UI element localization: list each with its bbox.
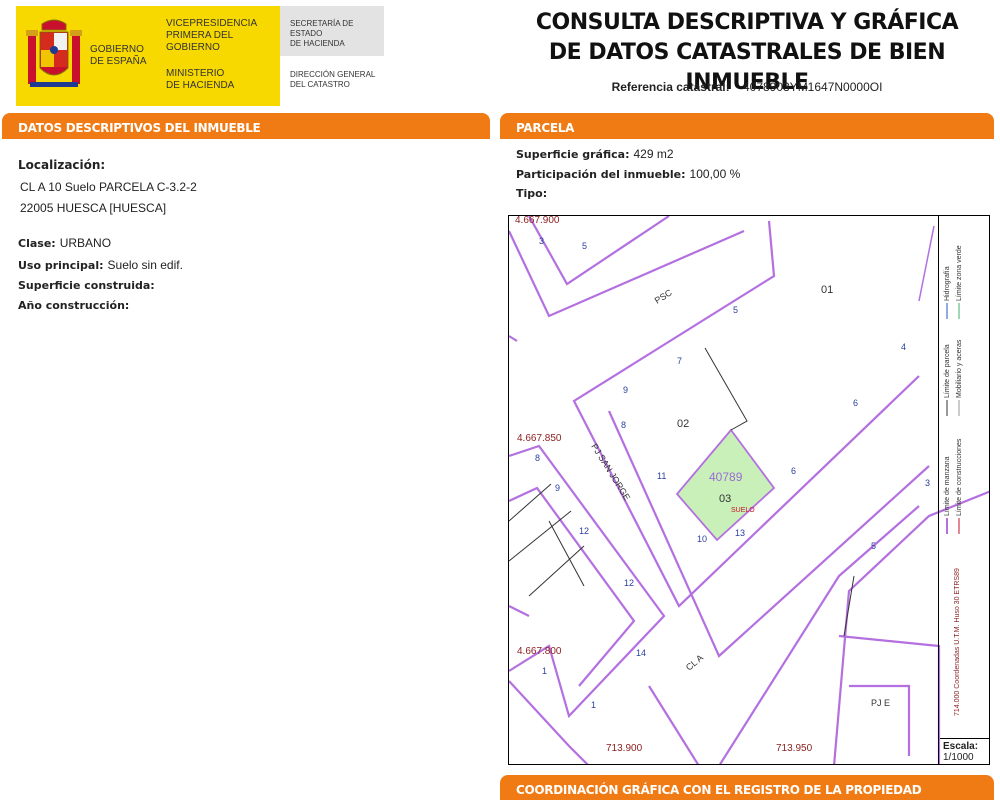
selected-parcel[interactable] — [675, 428, 776, 542]
legend-construction-limit: Límite de construcciones — [956, 438, 963, 516]
house-number: 10 — [697, 534, 707, 544]
street-label: PSC — [653, 287, 674, 306]
section-header-coordination: COORDINACIÓN GRÁFICA CON EL REGISTRO DE … — [500, 775, 994, 800]
cadastral-reference: Referencia catastral: 4078903YM1647N0000… — [520, 80, 974, 94]
main-use-row: Uso principal: Suelo sin edif. — [18, 258, 183, 272]
house-number: 6 — [791, 466, 796, 476]
legend-block-limit: Límite de manzana — [944, 456, 951, 516]
cadastral-map[interactable]: 4.667.900 4.667.850 4.667.800 713.900 71… — [508, 215, 990, 765]
legend-coordinates: 714.000 Coordenadas U.T.M. Huso 30 ETRS8… — [954, 568, 961, 716]
address-line-2: 22005 HUESCA [HUESCA] — [20, 201, 167, 215]
parcel-number: 03 — [719, 493, 731, 505]
legend-street-furniture: Mobiliario y aceras — [956, 339, 963, 398]
secretariat-name: SECRETARÍA DE ESTADO DE HACIENDA — [280, 6, 384, 56]
house-number: 8 — [535, 453, 540, 463]
section-header-parcela: PARCELA — [500, 113, 994, 139]
class-row: Clase: URBANO — [18, 236, 111, 250]
coordinate-label: 4.667.900 — [515, 216, 560, 226]
house-number: 8 — [621, 420, 626, 430]
coordinate-label: 4.667.800 — [517, 646, 562, 657]
green-zone-boundary — [918, 225, 935, 302]
section-header-descriptive: DATOS DESCRIPTIVOS DEL INMUEBLE — [2, 113, 490, 139]
cadastral-reference-value: 4078903YM1647N0000OI — [742, 80, 883, 94]
house-number: 11 — [657, 471, 666, 481]
graphic-area-label: Superficie gráfica: — [516, 148, 630, 161]
scale-label: Escala: — [943, 741, 979, 752]
street-label: PJ E — [871, 698, 890, 708]
house-number: 9 — [555, 483, 560, 493]
house-number: 4 — [901, 342, 906, 352]
built-area-row: Superficie construida: — [18, 279, 155, 292]
scale-value: 1/1000 — [943, 752, 974, 763]
type-row: Tipo: — [516, 187, 547, 200]
graphic-area-row: Superficie gráfica: 429 m2 — [516, 147, 674, 161]
house-number: 7 — [677, 356, 682, 366]
house-number: 1 — [591, 700, 596, 710]
parcel-use-label: SUELO — [731, 507, 755, 514]
house-number: 12 — [624, 578, 634, 588]
construction-year-row: Año construcción: — [18, 299, 129, 312]
house-number: 12 — [579, 526, 589, 536]
legend-parcel-limit: Límite de parcela — [944, 344, 951, 398]
parcel-block-id: 40789 — [709, 470, 743, 484]
map-scale: Escala: 1/1000 — [940, 738, 990, 764]
participation-value: 100,00 % — [689, 167, 741, 181]
directorate-name: DIRECCIÓN GENERAL DEL CATASTRO — [290, 70, 376, 89]
class-value: URBANO — [59, 236, 112, 250]
government-name: GOBIERNO DE ESPAÑA — [90, 44, 147, 67]
participation-label: Participación del inmueble: — [516, 168, 686, 181]
house-number: 9 — [623, 385, 628, 395]
built-area-label: Superficie construida: — [18, 279, 155, 292]
coordinate-label: 4.667.850 — [517, 433, 562, 444]
address-line-1: CL A 10 Suelo PARCELA C-3.2-2 — [20, 180, 197, 194]
house-number: 1 — [542, 666, 547, 676]
main-use-value: Suelo sin edif. — [107, 258, 183, 272]
house-number: 3 — [539, 236, 544, 246]
participation-row: Participación del inmueble: 100,00 % — [516, 167, 740, 181]
location-label: Localización: — [18, 158, 106, 172]
parcel-number: 01 — [821, 284, 833, 296]
map-legend: Límite de manzana Límite de parcela Hidr… — [939, 216, 989, 736]
house-number: 13 — [735, 528, 745, 538]
class-label: Clase: — [18, 237, 56, 250]
parcel-number: 02 — [677, 418, 689, 430]
graphic-area-value: 429 m2 — [633, 147, 674, 161]
house-number: 6 — [853, 398, 858, 408]
house-number: 5 — [733, 305, 738, 315]
type-label: Tipo: — [516, 187, 548, 200]
map-legend-canvas: Límite de manzana Límite de parcela Hidr… — [944, 245, 963, 716]
house-number: 5 — [582, 241, 587, 251]
street-label: CL A — [684, 653, 705, 673]
main-use-label: Uso principal: — [18, 259, 104, 272]
coordinate-label: 713.900 — [606, 743, 643, 754]
house-number: 3 — [925, 478, 930, 488]
house-number: 5 — [871, 541, 876, 551]
vicepresidency-name: VICEPRESIDENCIA PRIMERA DEL GOBIERNO — [166, 18, 258, 53]
cadastral-map-canvas: 4.667.900 4.667.850 4.667.800 713.900 71… — [509, 216, 989, 764]
cadastral-reference-label: Referencia catastral: — [611, 80, 730, 94]
house-number: 14 — [636, 648, 646, 658]
construction-year-label: Año construcción: — [18, 299, 130, 312]
legend-hydrography: Hidrografía — [944, 266, 951, 301]
legend-green-zone: Límite zona verde — [956, 245, 963, 301]
spain-coat-of-arms-icon — [26, 19, 82, 87]
ministry-name: MINISTERIO DE HACIENDA — [166, 68, 235, 91]
coordinate-label: 713.950 — [776, 743, 813, 754]
government-logo-block: GOBIERNO DE ESPAÑA VICEPRESIDENCIA PRIME… — [16, 6, 280, 106]
